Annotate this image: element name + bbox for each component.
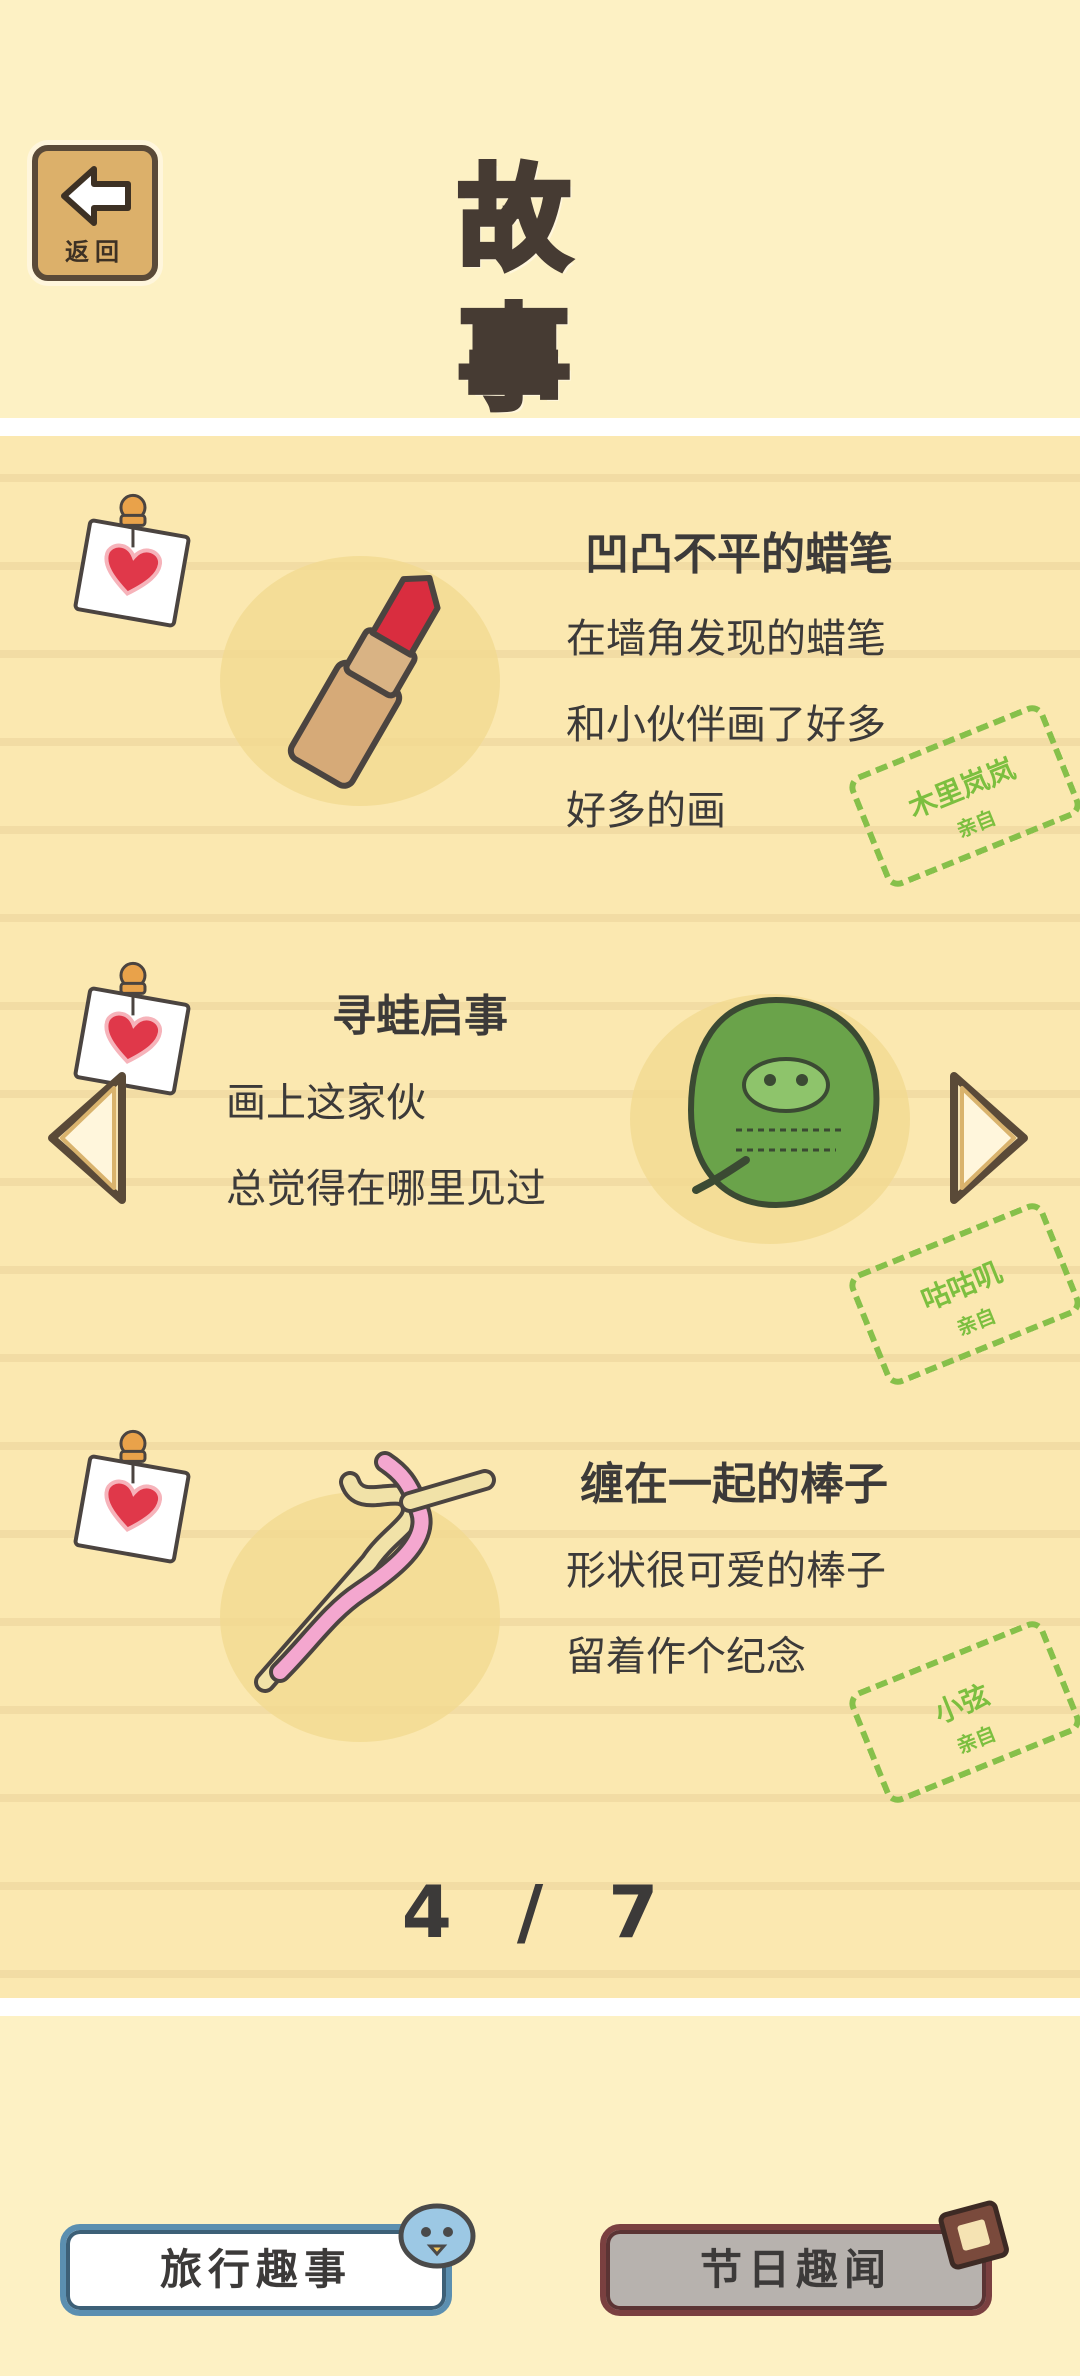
heart-icon	[104, 1011, 163, 1064]
page-indicator: 4 / 7	[401, 1870, 679, 1954]
back-button[interactable]: 返回	[32, 145, 158, 281]
pushpin-icon	[119, 493, 147, 548]
story-title: 寻蛙启事	[332, 991, 508, 1042]
story-panel: 凹凸不平的蜡笔 在墙角发现的蜡笔 和小伙伴画了好多 好多的画 木里岚岚 亲自 寻…	[0, 436, 1080, 1998]
story-item[interactable]: 凹凸不平的蜡笔 在墙角发现的蜡笔 和小伙伴画了好多 好多的画 木里岚岚 亲自	[0, 466, 1080, 891]
pushpin-icon	[119, 1429, 147, 1484]
previous-page-arrow-icon[interactable]	[42, 1068, 132, 1208]
twisted-sticks-icon	[254, 1451, 496, 1693]
bird-mascot-icon	[398, 2203, 476, 2269]
next-page-arrow-icon[interactable]	[944, 1068, 1034, 1208]
story-line: 形状很可爱的棒子	[566, 1548, 886, 1594]
heart-icon	[104, 543, 163, 596]
story-line: 画上这家伙	[226, 1080, 426, 1126]
story-item[interactable]: 寻蛙启事 画上这家伙 总觉得在哪里见过 咕咕叽 亲自	[0, 934, 1080, 1389]
frog-leaf-drawing-icon	[687, 996, 880, 1209]
fortune-card-icon	[938, 2200, 1009, 2270]
story-line: 和小伙伴画了好多	[566, 702, 886, 748]
story-line: 留着作个纪念	[566, 1634, 806, 1680]
story-line: 在墙角发现的蜡笔	[566, 616, 886, 662]
lipstick-crayon-icon	[287, 574, 441, 789]
page-title: 故 事	[455, 152, 622, 428]
sender-stamp: 小弦 亲自	[845, 1617, 1080, 1807]
favorite-note[interactable]	[72, 493, 192, 629]
sender-stamp: 咕咕叽 亲自	[845, 1199, 1080, 1389]
story-title: 缠在一起的棒子	[580, 1459, 888, 1510]
pushpin-icon	[119, 961, 147, 1016]
story-line: 好多的画	[566, 788, 726, 834]
back-button-label: 返回	[65, 238, 125, 266]
story-title: 凹凸不平的蜡笔	[585, 529, 893, 580]
heart-icon	[104, 1479, 163, 1532]
back-arrow-icon	[61, 166, 131, 226]
divider-top	[0, 418, 1080, 436]
tab-festival-news[interactable]: 节日趣闻	[600, 2224, 992, 2316]
favorite-note[interactable]	[72, 1429, 192, 1565]
story-line: 总觉得在哪里见过	[226, 1166, 546, 1212]
divider-bottom	[0, 1998, 1080, 2016]
story-item[interactable]: 缠在一起的棒子 形状很可爱的棒子 留着作个纪念 小弦 亲自	[0, 1402, 1080, 1822]
